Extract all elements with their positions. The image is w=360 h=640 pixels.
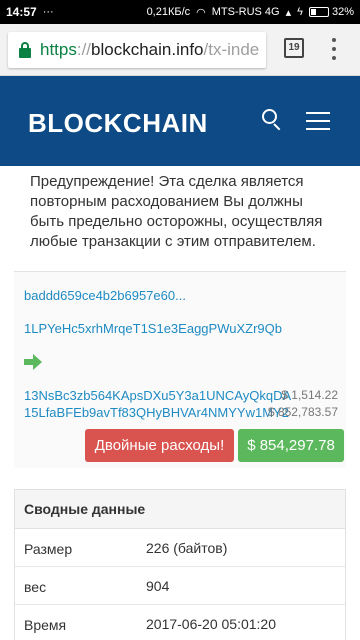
hamburger-menu-icon[interactable]	[306, 112, 330, 130]
site-header: BLOCKCHAIN	[0, 76, 360, 166]
lock-icon	[18, 42, 32, 58]
output-address-link[interactable]: 15LfaBFEb9avTf83QHyBHVAr4NMYYw1MY2	[24, 405, 289, 420]
input-address-link[interactable]: 1LPYeHc5xrhMrqeT1S1e3EaggPWuXZr9Qb	[24, 321, 282, 336]
divider	[14, 271, 346, 272]
battery-icon	[308, 7, 329, 17]
output-row: 15LfaBFEb9avTf83QHyBHVAr4NMYYw1MY2 $ 852…	[24, 405, 338, 421]
output-row: 13NsBc3zb564KApsDXu5Y3a1UNCAyQkqDA $ 1,5…	[24, 388, 338, 404]
arrow-right-icon	[24, 354, 42, 370]
output-amount: $ 852,783.57	[267, 405, 338, 419]
address-bar[interactable]: https://blockchain.info/tx-inde	[8, 32, 266, 68]
signal-icon: ▴	[285, 6, 292, 19]
row-value: 226 (байтов)	[146, 540, 228, 556]
total-amount-button[interactable]: $ 854,297.78	[238, 429, 344, 462]
transaction-hash-link[interactable]: baddd659ce4b2b6957e60...	[24, 288, 186, 303]
output-address-link[interactable]: 13NsBc3zb564KApsDXu5Y3a1UNCAyQkqDA	[24, 388, 291, 403]
browser-toolbar: https://blockchain.info/tx-inde 19	[0, 24, 360, 76]
status-time: 14:57	[6, 5, 37, 19]
output-amount: $ 1,514.22	[281, 388, 338, 402]
row-key: Размер	[24, 541, 73, 557]
double-spend-warning: Предупреждение! Эта сделка является повт…	[30, 173, 323, 250]
summary-title: Сводные данные	[15, 490, 345, 529]
double-spend-button[interactable]: Двойные расходы!	[85, 429, 234, 462]
url-text: https://blockchain.info/tx-inde	[40, 40, 260, 59]
tab-switcher-button[interactable]: 19	[284, 38, 304, 58]
row-value: 904	[146, 578, 170, 594]
status-bar: 14:57 ··· 0,21КБ/с ◠ MTS-RUS 4G ▴ ϟ 32%	[0, 0, 360, 24]
row-value: 2017-06-20 05:01:20	[146, 616, 276, 632]
summary-table: Сводные данные Размер 226 (байтов) вес 9…	[14, 489, 346, 640]
row-key: Время поступления	[24, 617, 107, 640]
battery-indicator: 32%	[308, 6, 354, 18]
network-speed: 0,21КБ/с	[146, 6, 191, 18]
table-row: Время поступления 2017-06-20 05:01:20	[15, 605, 345, 640]
blockchain-logo[interactable]: BLOCKCHAIN	[28, 108, 208, 139]
battery-percent: 32%	[331, 6, 354, 18]
wifi-icon: ◠	[196, 6, 206, 19]
search-icon[interactable]	[262, 109, 284, 131]
notification-icon: ···	[42, 6, 54, 18]
charging-icon: ϟ	[297, 6, 303, 18]
more-options-icon[interactable]	[326, 38, 342, 60]
table-row: вес 904	[15, 567, 345, 605]
table-row: Размер 226 (байтов)	[15, 529, 345, 567]
row-key: вес	[24, 579, 47, 595]
carrier-label: MTS-RUS 4G	[211, 6, 280, 18]
